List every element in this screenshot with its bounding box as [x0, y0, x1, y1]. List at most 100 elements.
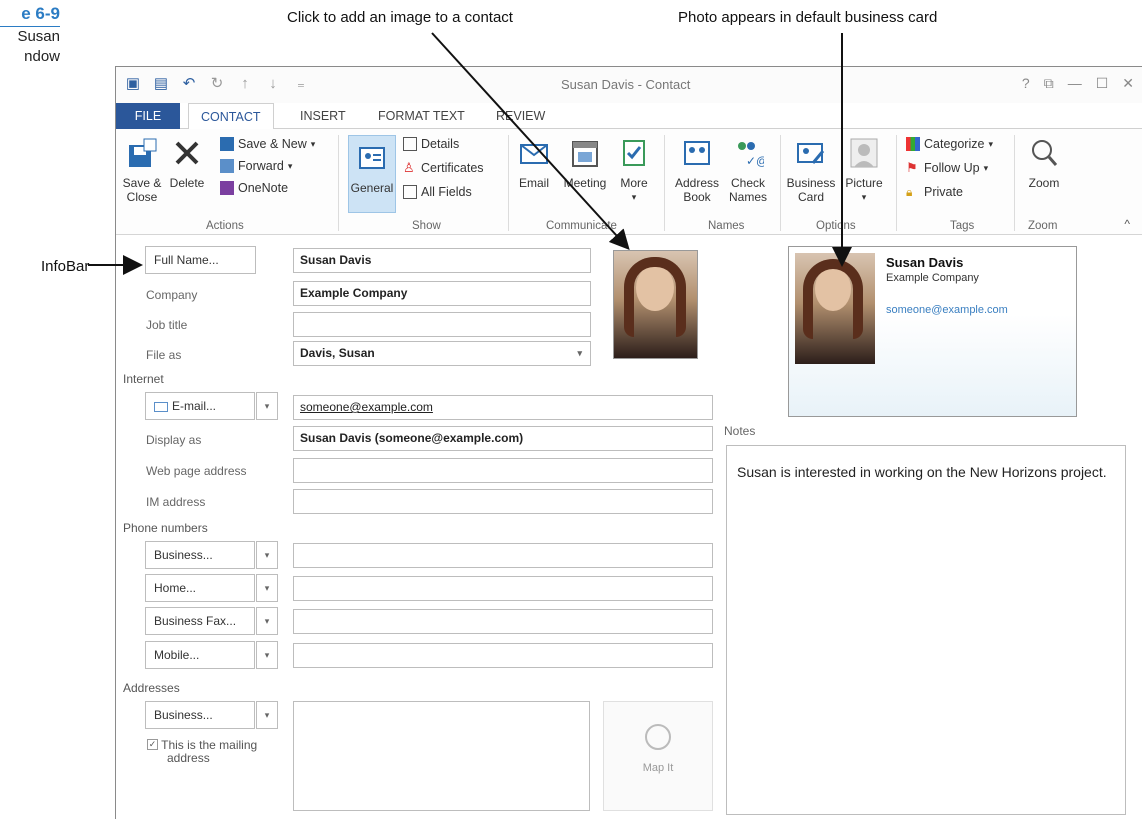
tab-format-text[interactable]: FORMAT TEXT [366, 103, 477, 129]
lock-icon: 🔒︎ [906, 185, 913, 199]
callout-add-image: Click to add an image to a contact [287, 9, 513, 26]
phone-type-fax-button[interactable]: Business Fax... [145, 607, 255, 635]
picture-button[interactable]: Picture ▾ [840, 137, 888, 204]
ribbon-separator [1014, 135, 1015, 231]
email-type-dropdown[interactable]: ▾ [256, 392, 278, 420]
business-card-photo [795, 253, 875, 364]
callout-infobar: InfoBar [41, 258, 90, 275]
job-title-field[interactable] [293, 312, 591, 337]
quick-access-toolbar: ▣ ▤ ↶ ↻ ↑ ↓ ₌ [124, 73, 310, 93]
forward-button[interactable]: Forward ▾ [220, 159, 292, 173]
group-label-zoom: Zoom [1028, 220, 1058, 232]
ribbon-separator [664, 135, 665, 231]
tab-contact[interactable]: CONTACT [188, 103, 274, 130]
notes-text: Susan is interested in working on the Ne… [737, 464, 1107, 480]
ribbon: Save & Close Delete Save & New ▾ Forward ▾… [116, 129, 1142, 235]
address-type-dropdown[interactable]: ▾ [256, 701, 278, 729]
help-button[interactable]: ? [1022, 75, 1030, 92]
restore-ribbon-button[interactable]: ⧉ [1044, 75, 1054, 92]
address-book-button[interactable]: Address Book [672, 137, 722, 204]
minimize-button[interactable]: — [1068, 75, 1082, 92]
company-label: Company [146, 288, 198, 302]
phone-mobile-field[interactable] [293, 643, 713, 668]
globe-pin-icon [645, 724, 671, 750]
file-as-dropdown[interactable]: Davis, Susan ▾ [293, 341, 591, 366]
collapse-ribbon-icon[interactable]: ^ [1124, 217, 1130, 231]
email-type-button[interactable]: E-mail... [145, 392, 255, 420]
phone-type-dropdown[interactable]: ▾ [256, 574, 278, 602]
address-type-button[interactable]: Business... [145, 701, 255, 729]
card-name: Susan Davis [886, 255, 964, 270]
tab-review[interactable]: REVIEW [484, 103, 557, 129]
customize-qat-icon[interactable]: ₌ [292, 73, 310, 93]
tab-file[interactable]: FILE [116, 103, 180, 129]
svg-text:✓@: ✓@ [746, 154, 764, 168]
full-name-button[interactable]: Full Name... [145, 246, 256, 274]
phone-type-mobile-button[interactable]: Mobile... [145, 641, 255, 669]
down-arrow-icon[interactable]: ↓ [264, 73, 282, 93]
card-email: someone@example.com [886, 304, 1008, 316]
all-fields-button[interactable]: All Fields [403, 185, 472, 199]
email-card-icon [154, 401, 168, 412]
company-field[interactable]: Example Company [293, 281, 591, 306]
phone-home-field[interactable] [293, 576, 713, 601]
phone-section-label: Phone numbers [123, 521, 208, 535]
delete-button[interactable]: Delete [168, 137, 206, 190]
up-arrow-icon[interactable]: ↑ [236, 73, 254, 93]
im-address-field[interactable] [293, 489, 713, 514]
phone-type-home-button[interactable]: Home... [145, 574, 255, 602]
phone-type-dropdown[interactable]: ▾ [256, 641, 278, 669]
notes-editor[interactable]: Susan is interested in working on the Ne… [726, 445, 1126, 815]
save-close-button[interactable]: Save & Close [120, 137, 164, 204]
more-icon [623, 140, 645, 166]
phone-type-business-button[interactable]: Business... [145, 541, 255, 569]
check-names-button[interactable]: ✓@ Check Names [726, 137, 770, 204]
group-label-show: Show [412, 220, 441, 232]
email-field[interactable]: someone@example.com [293, 395, 713, 420]
phone-type-dropdown[interactable]: ▾ [256, 607, 278, 635]
mailing-address-checkbox[interactable]: ✓ This is the mailing address [147, 739, 257, 765]
group-label-communicate: Communicate [546, 220, 617, 232]
full-name-field[interactable]: Susan Davis [293, 248, 591, 273]
map-it-button[interactable]: Map It [603, 701, 713, 811]
file-as-label: File as [146, 348, 182, 362]
phone-business-field[interactable] [293, 543, 713, 568]
certificates-button[interactable]: ♙ Certificates [403, 161, 484, 176]
phone-type-dropdown[interactable]: ▾ [256, 541, 278, 569]
categorize-icon [906, 137, 920, 151]
meeting-button[interactable]: Meeting [560, 137, 610, 190]
follow-up-button[interactable]: ⚑ Follow Up ▾ [906, 161, 988, 176]
private-button[interactable]: 🔒︎ Private [906, 185, 963, 199]
save-close-icon [129, 138, 157, 167]
email-button[interactable]: Email [514, 137, 554, 190]
callout-business-card-photo: Photo appears in default business card [678, 9, 938, 26]
web-page-field[interactable] [293, 458, 713, 483]
forward-icon [220, 159, 234, 173]
business-card-preview[interactable]: Susan Davis Example Company someone@exam… [788, 246, 1077, 417]
undo-icon[interactable]: ↶ [180, 73, 198, 93]
group-label-options: Options [816, 220, 856, 232]
group-label-names: Names [708, 220, 745, 232]
ribbon-tabs: FILE CONTACT INSERT FORMAT TEXT REVIEW [116, 103, 1142, 130]
tab-insert[interactable]: INSERT [288, 103, 358, 129]
display-as-field[interactable]: Susan Davis (someone@example.com) [293, 426, 713, 451]
zoom-button[interactable]: Zoom [1022, 137, 1066, 190]
details-button[interactable]: Details [403, 137, 459, 151]
onenote-button[interactable]: OneNote [220, 181, 288, 195]
checkbox-checked-icon: ✓ [147, 739, 158, 750]
general-button[interactable]: General [348, 135, 396, 213]
address-textarea[interactable] [293, 701, 590, 811]
maximize-button[interactable]: ☐ [1096, 75, 1109, 92]
close-button[interactable]: ✕ [1122, 75, 1134, 92]
ribbon-separator [896, 135, 897, 231]
categorize-button[interactable]: Categorize ▾ [906, 137, 993, 151]
redo-icon[interactable]: ↻ [208, 73, 226, 93]
outlook-icon[interactable]: ▣ [124, 73, 142, 93]
save-new-button[interactable]: Save & New ▾ [220, 137, 315, 151]
contact-photo[interactable] [613, 250, 698, 359]
save-icon[interactable]: ▤ [152, 73, 170, 93]
phone-fax-field[interactable] [293, 609, 713, 634]
group-label-tags: Tags [950, 220, 975, 232]
business-card-button[interactable]: Business Card [786, 137, 836, 204]
more-button[interactable]: More ▾ [616, 137, 652, 204]
